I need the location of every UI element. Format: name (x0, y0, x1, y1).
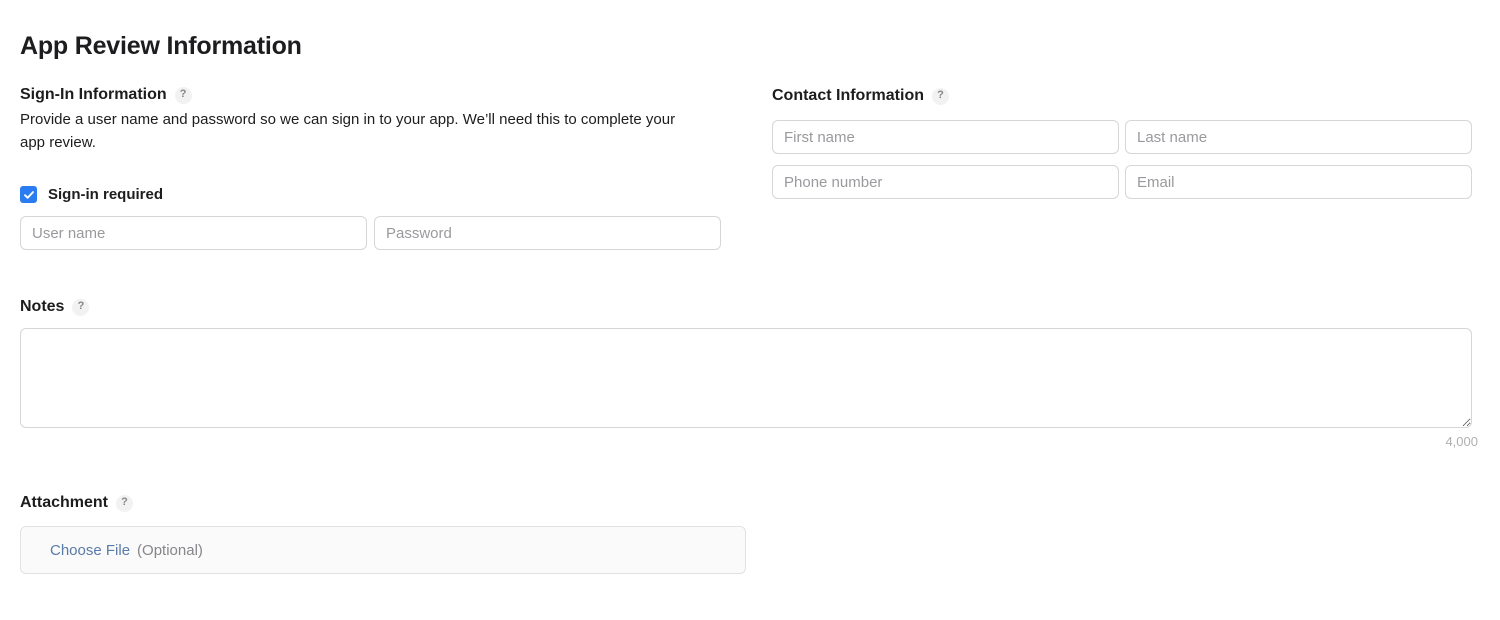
help-icon[interactable]: ? (932, 87, 949, 105)
contact-information-heading: Contact Information ? (772, 86, 949, 106)
help-icon[interactable]: ? (174, 86, 192, 104)
notes-label: Notes (20, 298, 65, 315)
page-title: App Review Information (20, 32, 302, 60)
password-input[interactable] (374, 216, 721, 250)
notes-textarea[interactable] (20, 328, 1472, 428)
attachment-optional-label: (Optional) (137, 541, 203, 559)
notes-heading: Notes ? (20, 297, 90, 317)
last-name-input[interactable] (1125, 120, 1472, 154)
attachment-label: Attachment (20, 494, 109, 511)
sign-in-required-checkbox-row[interactable]: Sign-in required (20, 185, 163, 204)
choose-file-button[interactable]: Choose File (50, 542, 130, 559)
phone-number-input[interactable] (772, 165, 1119, 199)
sign-in-description: Provide a user name and password so we c… (20, 111, 676, 151)
sign-in-information-heading: Sign-In Information ? (20, 85, 192, 105)
app-review-information-form: App Review Information Sign-In Informati… (0, 0, 1500, 620)
sign-in-information-label: Sign-In Information (20, 86, 167, 103)
attachment-heading: Attachment ? (20, 493, 134, 513)
attachment-dropzone[interactable]: Choose File (Optional) (20, 526, 746, 574)
checkmark-icon[interactable] (20, 186, 37, 203)
user-name-input[interactable] (20, 216, 367, 250)
contact-information-label: Contact Information (772, 87, 924, 104)
first-name-input[interactable] (772, 120, 1119, 154)
help-icon[interactable]: ? (72, 298, 90, 316)
email-input[interactable] (1125, 165, 1472, 199)
sign-in-required-label: Sign-in required (48, 186, 164, 203)
notes-character-counter: 4,000 (1445, 434, 1478, 449)
help-icon[interactable]: ? (116, 494, 134, 512)
